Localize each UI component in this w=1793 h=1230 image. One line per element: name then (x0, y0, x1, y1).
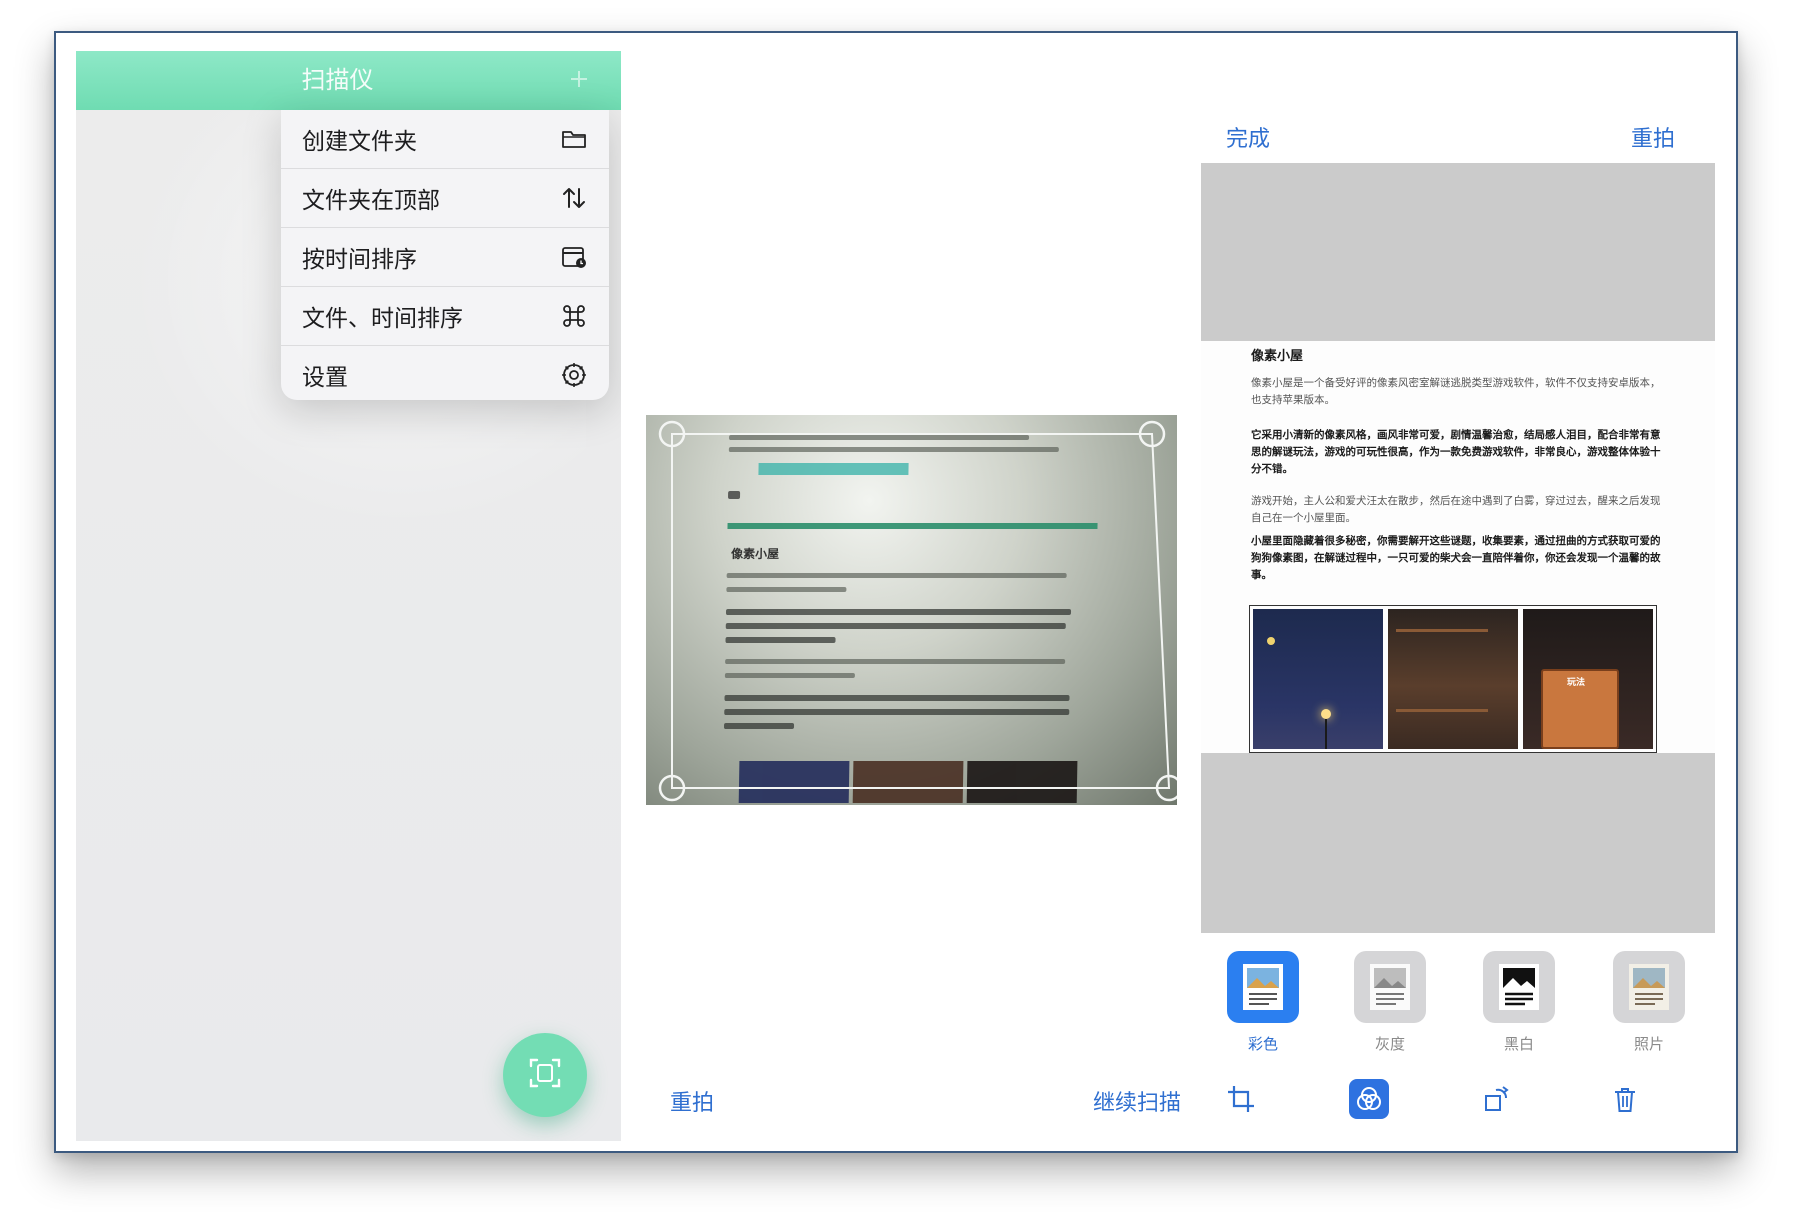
app-window: 扫描仪 创建文件夹 文件夹在顶部 按时间排序 文件、时间排序 设置 像素小屋 重… (54, 31, 1738, 1153)
menu-item-file-time-sort[interactable]: 文件、时间排序 (281, 287, 609, 346)
room-scene-image (1388, 609, 1518, 749)
menu-item-settings[interactable]: 设置 (281, 346, 609, 400)
document-paragraph: 像素小屋是一个备受好评的像素风密室解谜逃脱类型游戏软件，软件不仅支持安卓版本，也… (1251, 377, 1661, 406)
menu-item-sort-by-time[interactable]: 按时间排序 (281, 228, 609, 287)
filter-icon[interactable] (1349, 1079, 1389, 1119)
rotate-icon[interactable] (1477, 1079, 1517, 1119)
crop-frame[interactable] (646, 415, 1177, 805)
game-sign: 玩法 (1541, 669, 1619, 749)
image-thumbnail-icon (1613, 951, 1685, 1023)
menu-item-label: 设置 (302, 365, 348, 391)
filter-selector: 彩色 灰度 黑白 照片 (1201, 951, 1715, 1061)
page-title: 扫描仪 (301, 66, 374, 94)
document-images: 玩法 (1249, 605, 1657, 753)
night-scene-image (1253, 609, 1383, 749)
game-panel-image: 玩法 (1523, 609, 1653, 749)
captured-photo: 像素小屋 (646, 415, 1177, 805)
filter-label: 彩色 (1247, 1035, 1278, 1053)
filter-color[interactable]: 彩色 (1225, 951, 1301, 1054)
gear-icon (559, 360, 589, 390)
menu-item-label: 文件、时间排序 (302, 306, 463, 332)
image-thumbnail-icon (1483, 951, 1555, 1023)
scanner-header: 扫描仪 (76, 51, 621, 110)
filter-label: 照片 (1633, 1035, 1664, 1053)
menu-item-create-folder[interactable]: 创建文件夹 (281, 110, 609, 169)
folder-icon (559, 124, 589, 154)
image-caption: 玩法 (1567, 678, 1586, 688)
menu-item-label: 文件夹在顶部 (302, 188, 440, 214)
menu-item-label: 创建文件夹 (302, 129, 417, 155)
crop-icon[interactable] (1221, 1079, 1261, 1119)
image-thumbnail-icon (1227, 951, 1299, 1023)
filter-black-white[interactable]: 黑白 (1481, 951, 1557, 1054)
menu-item-folders-on-top[interactable]: 文件夹在顶部 (281, 169, 609, 228)
edit-toolbar (1201, 1073, 1715, 1123)
add-icon[interactable] (567, 67, 591, 91)
trash-icon[interactable] (1605, 1079, 1645, 1119)
document-paragraph: 游戏开始，主人公和爱犬汪太在散步，然后在途中遇到了白雾，穿过过去，醒来之后发现自… (1251, 495, 1661, 524)
filter-label: 黑白 (1503, 1035, 1534, 1053)
scan-fab-button[interactable] (503, 1033, 587, 1117)
scan-canvas: 像素小屋 像素小屋是一个备受好评的像素风密室解谜逃脱类型游戏软件，软件不仅支持安… (1201, 163, 1715, 933)
capture-review-pane: 像素小屋 重拍 继续扫描 (646, 33, 1191, 1151)
filter-grayscale[interactable]: 灰度 (1352, 951, 1428, 1054)
document-title: 像素小屋 (1251, 349, 1304, 364)
document-paragraph: 它采用小清新的像素风格，画风非常可爱，剧情温馨治愈，结局感人泪目，配合非常有意思… (1251, 429, 1661, 475)
continue-scan-button[interactable]: 继续扫描 (1093, 1085, 1181, 1117)
retake-button[interactable]: 重拍 (1631, 121, 1675, 153)
done-button[interactable]: 完成 (1226, 121, 1270, 153)
calendar-clock-icon (559, 242, 589, 272)
command-icon (559, 301, 589, 331)
document-paragraph: 小屋里面隐藏着很多秘密，你需要解开这些谜题，收集要素，通过扭曲的方式获取可爱的狗… (1251, 535, 1661, 581)
filter-photo[interactable]: 照片 (1611, 951, 1687, 1054)
edit-pane: 完成 重拍 像素小屋 像素小屋是一个备受好评的像素风密室解谜逃脱类型游戏软件，软… (1201, 33, 1736, 1151)
sort-arrows-icon (559, 183, 589, 213)
scan-icon (528, 1056, 562, 1094)
scanner-home-pane: 扫描仪 创建文件夹 文件夹在顶部 按时间排序 文件、时间排序 设置 (76, 51, 621, 1141)
scanned-document: 像素小屋 像素小屋是一个备受好评的像素风密室解谜逃脱类型游戏软件，软件不仅支持安… (1201, 341, 1715, 753)
image-thumbnail-icon (1354, 951, 1426, 1023)
retake-button[interactable]: 重拍 (670, 1085, 714, 1117)
filter-label: 灰度 (1374, 1035, 1405, 1053)
options-menu: 创建文件夹 文件夹在顶部 按时间排序 文件、时间排序 设置 (281, 110, 609, 400)
capture-actions: 重拍 继续扫描 (646, 1085, 1181, 1125)
menu-item-label: 按时间排序 (302, 247, 417, 273)
